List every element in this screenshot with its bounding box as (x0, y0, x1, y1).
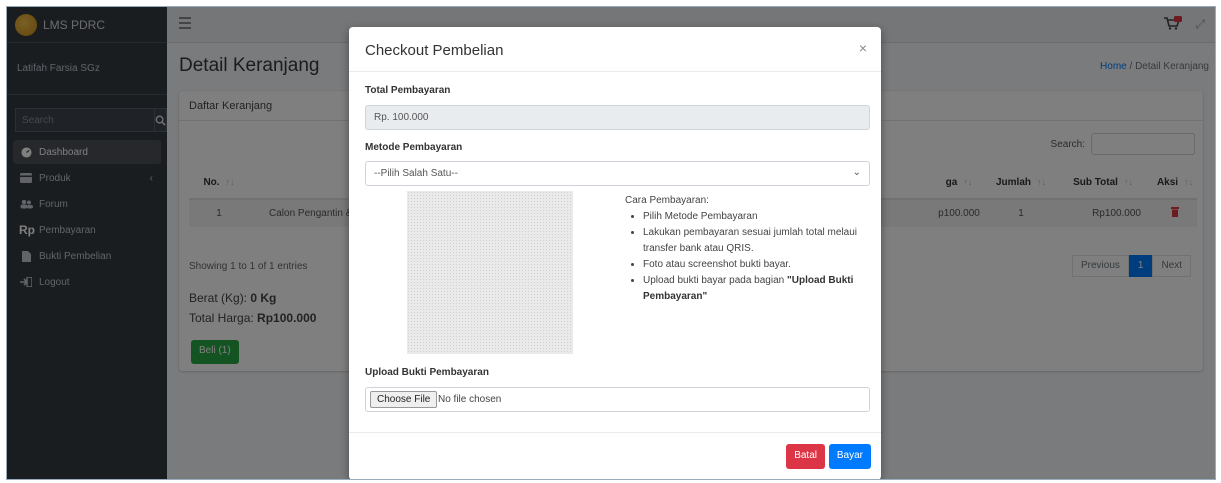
instructions-title: Cara Pembayaran: (625, 195, 709, 206)
file-input[interactable]: Choose File No file chosen (365, 387, 870, 412)
instruction-step: Lakukan pembayaran sesuai jumlah total m… (643, 225, 875, 257)
payment-method-value: --Pilih Salah Satu-- (374, 168, 458, 179)
qris-image (407, 191, 573, 354)
instruction-text: Upload bukti bayar pada bagian (643, 275, 787, 286)
upload-label: Upload Bukti Pembayaran (365, 367, 489, 378)
file-status: No file chosen (438, 394, 502, 405)
payment-method-select[interactable]: --Pilih Salah Satu-- ⌄ (365, 161, 870, 186)
instruction-step: Upload bukti bayar pada bagian "Upload B… (643, 273, 875, 305)
instruction-step: Foto atau screenshot bukti bayar. (643, 257, 875, 273)
chevron-down-icon: ⌄ (852, 167, 861, 178)
payment-method-label: Metode Pembayaran (365, 142, 463, 153)
payment-instructions: Cara Pembayaran: Pilih Metode Pembayaran… (625, 193, 875, 305)
close-icon[interactable]: × (859, 40, 867, 56)
total-payment-field: Rp. 100.000 (365, 105, 870, 130)
cancel-button[interactable]: Batal (786, 444, 825, 469)
checkout-modal: Checkout Pembelian × Total Pembayaran Rp… (349, 27, 881, 479)
total-payment-label: Total Pembayaran (365, 85, 451, 96)
modal-title: Checkout Pembelian (349, 27, 881, 72)
modal-footer: Batal Bayar (349, 432, 881, 479)
choose-file-button[interactable]: Choose File (370, 391, 438, 408)
pay-button[interactable]: Bayar (828, 444, 871, 469)
instruction-step: Pilih Metode Pembayaran (643, 209, 875, 225)
browser-frame: LMS PDRC Latifah Farsia SGz Dashboard Pr… (6, 6, 1216, 480)
